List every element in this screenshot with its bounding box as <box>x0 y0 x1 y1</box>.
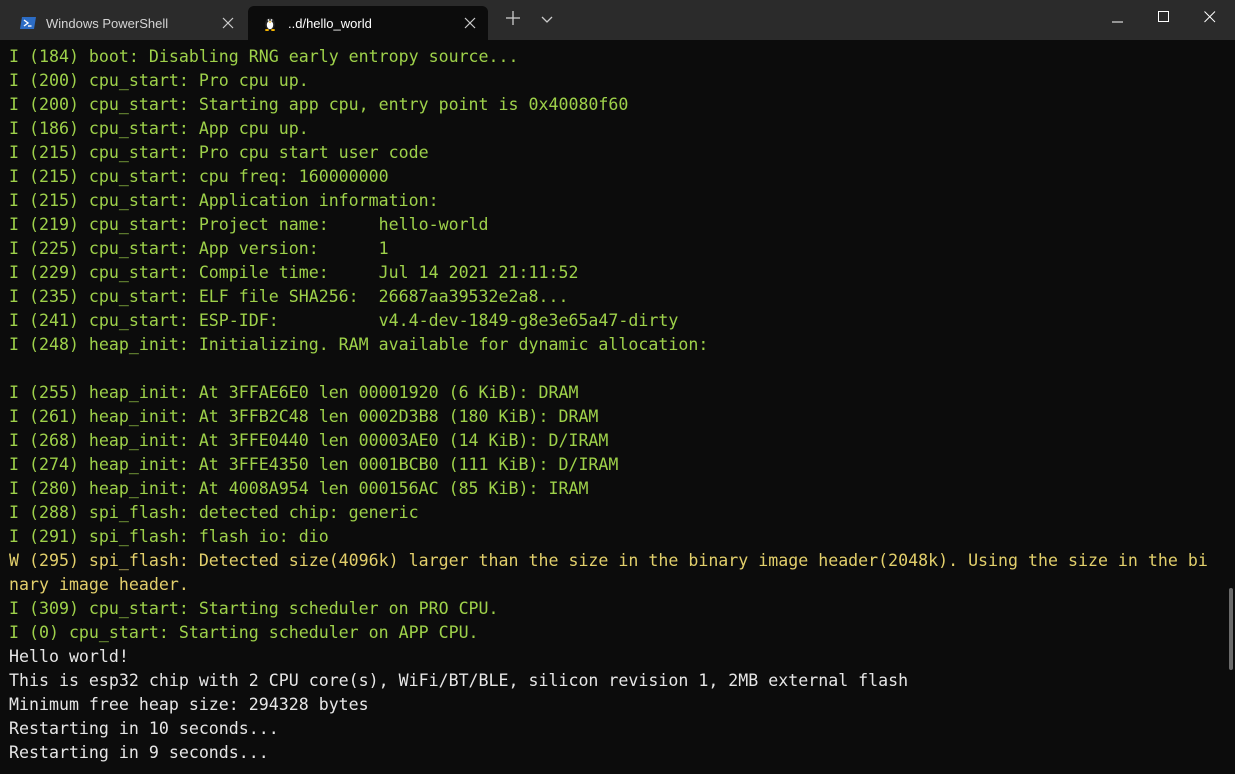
terminal-line: I (186) cpu_start: App cpu up. <box>9 119 309 138</box>
terminal-line: This is esp32 chip with 2 CPU core(s), W… <box>9 671 909 690</box>
powershell-icon <box>20 15 36 31</box>
terminal-line: nary image header. <box>9 575 189 594</box>
terminal-line: Restarting in 10 seconds... <box>9 719 279 738</box>
close-icon[interactable] <box>462 15 478 31</box>
tab-label: Windows PowerShell <box>46 15 169 31</box>
terminal-line: W (295) spi_flash: Detected size(4096k) … <box>9 551 1208 570</box>
terminal-line: I (215) cpu_start: Pro cpu start user co… <box>9 143 429 162</box>
terminal-line: I (274) heap_init: At 3FFE4350 len 0001B… <box>9 455 619 474</box>
terminal-line: I (235) cpu_start: ELF file SHA256: 2668… <box>9 287 569 306</box>
tab-label: ..d/hello_world <box>288 15 372 31</box>
terminal-line: I (291) spi_flash: flash io: dio <box>9 527 329 546</box>
terminal-line: I (288) spi_flash: detected chip: generi… <box>9 503 419 522</box>
terminal-line: I (248) heap_init: Initializing. RAM ava… <box>9 335 709 354</box>
terminal-line: I (219) cpu_start: Project name: hello-w… <box>9 215 489 234</box>
terminal-window: Windows PowerShell ..d/hello_world I (18… <box>0 0 1235 774</box>
close-icon[interactable] <box>220 15 236 31</box>
terminal-line: I (255) heap_init: At 3FFAE6E0 len 00001… <box>9 383 579 402</box>
close-icon <box>1204 10 1216 28</box>
terminal-output[interactable]: I (184) boot: Disabling RNG early entrop… <box>0 40 1227 774</box>
chevron-down-icon <box>541 11 553 29</box>
scrollbar-thumb[interactable] <box>1229 588 1233 670</box>
maximize-button[interactable] <box>1141 0 1187 38</box>
new-tab-button[interactable] <box>497 6 529 34</box>
tab-hello-world[interactable]: ..d/hello_world <box>248 6 488 40</box>
tab-dropdown-button[interactable] <box>531 6 563 34</box>
terminal-line: I (229) cpu_start: Compile time: Jul 14 … <box>9 263 579 282</box>
terminal-line: I (225) cpu_start: App version: 1 <box>9 239 389 258</box>
terminal-line: I (200) cpu_start: Pro cpu up. <box>9 71 309 90</box>
terminal-line: I (261) heap_init: At 3FFB2C48 len 0002D… <box>9 407 599 426</box>
maximize-icon <box>1158 10 1170 28</box>
plus-icon <box>506 10 520 30</box>
linux-penguin-icon <box>262 15 278 31</box>
terminal-scrollbar[interactable] <box>1227 40 1235 774</box>
terminal-line: Hello world! <box>9 647 129 666</box>
terminal-line: I (215) cpu_start: cpu freq: 160000000 <box>9 167 389 186</box>
terminal-line: I (0) cpu_start: Starting scheduler on A… <box>9 623 479 642</box>
minimize-button[interactable] <box>1095 0 1141 38</box>
terminal-line: I (309) cpu_start: Starting scheduler on… <box>9 599 499 618</box>
terminal-line: Minimum free heap size: 294328 bytes <box>9 695 369 714</box>
terminal-line: Restarting in 9 seconds... <box>9 743 269 762</box>
terminal-line: I (280) heap_init: At 4008A954 len 00015… <box>9 479 589 498</box>
terminal-line: I (241) cpu_start: ESP-IDF: v4.4-dev-184… <box>9 311 679 330</box>
terminal-line: I (268) heap_init: At 3FFE0440 len 00003… <box>9 431 609 450</box>
minimize-icon <box>1112 10 1124 28</box>
terminal-lines: I (184) boot: Disabling RNG early entrop… <box>9 45 1208 765</box>
tab-windows-powershell[interactable]: Windows PowerShell <box>6 6 246 40</box>
close-window-button[interactable] <box>1187 0 1233 38</box>
terminal-line: I (215) cpu_start: Application informati… <box>9 191 439 210</box>
title-bar[interactable]: Windows PowerShell ..d/hello_world <box>0 0 1235 40</box>
terminal-line: I (184) boot: Disabling RNG early entrop… <box>9 47 519 66</box>
terminal-line: I (200) cpu_start: Starting app cpu, ent… <box>9 95 629 114</box>
